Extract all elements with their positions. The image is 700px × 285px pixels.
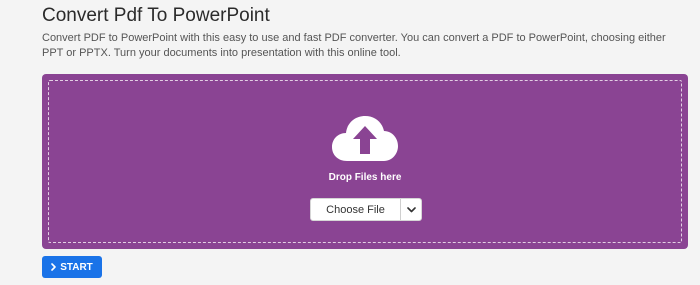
chevron-down-icon <box>406 206 416 212</box>
choose-file-button[interactable]: Choose File <box>311 199 400 220</box>
start-button-label: START <box>60 261 93 273</box>
file-drop-zone[interactable]: Drop Files here Choose File <box>42 74 688 249</box>
choose-file-dropdown-button[interactable] <box>401 199 421 220</box>
choose-file-group: Choose File <box>310 198 422 221</box>
start-button[interactable]: START <box>42 256 102 278</box>
chevron-right-icon <box>51 263 57 271</box>
page-title: Convert Pdf To PowerPoint <box>42 5 270 26</box>
page-description: Convert PDF to PowerPoint with this easy… <box>42 32 666 59</box>
drop-files-label: Drop Files here <box>328 172 402 183</box>
cloud-upload-icon <box>332 116 398 161</box>
drop-zone-dashed-area[interactable]: Drop Files here Choose File <box>48 80 682 243</box>
